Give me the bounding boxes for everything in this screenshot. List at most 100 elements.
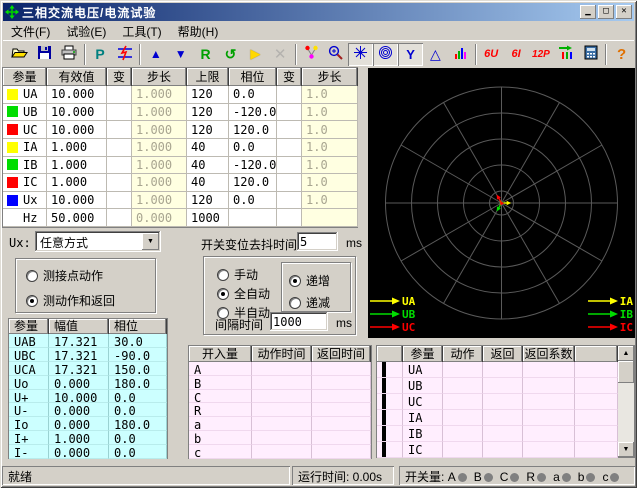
six-u-button[interactable]: 6U: [479, 43, 504, 66]
phase-cell[interactable]: 0.0: [229, 192, 277, 210]
step-cell[interactable]: 0.000: [132, 209, 187, 227]
limit-cell[interactable]: 120: [187, 104, 229, 122]
scroll-thumb[interactable]: [618, 361, 634, 383]
reset-button[interactable]: R: [193, 43, 218, 66]
limit-cell[interactable]: 120: [187, 192, 229, 210]
limit-cell[interactable]: 120: [187, 86, 229, 104]
step-up-button[interactable]: ▲: [143, 43, 168, 66]
phase-cell[interactable]: -120.0: [229, 104, 277, 122]
phase-step-cell[interactable]: 1.0: [302, 104, 358, 122]
step-cell[interactable]: 1.000: [132, 139, 187, 157]
radio-icon[interactable]: [217, 288, 229, 300]
step-cell[interactable]: 1.000: [132, 104, 187, 122]
menu-test[interactable]: 试验(E): [58, 21, 114, 42]
ux-mode-select[interactable]: 任意方式 ▼: [35, 231, 161, 252]
vary-cell[interactable]: [107, 86, 132, 104]
vary-cell[interactable]: [277, 139, 302, 157]
maximize-button[interactable]: □: [598, 5, 614, 19]
vary-cell[interactable]: [107, 157, 132, 175]
phase-cell[interactable]: [229, 209, 277, 227]
menu-tools[interactable]: 工具(T): [114, 21, 169, 42]
checkbox-icon[interactable]: [382, 426, 386, 442]
vary-cell[interactable]: [277, 174, 302, 192]
menu-file[interactable]: 文件(F): [3, 21, 58, 42]
checkbox-icon[interactable]: [382, 442, 386, 458]
checkbox-icon[interactable]: [382, 362, 386, 378]
polar-view-toggle[interactable]: [373, 43, 398, 66]
phase-step-cell[interactable]: 1.0: [302, 121, 358, 139]
twelve-p-button[interactable]: 12P: [529, 43, 554, 66]
wiring-button[interactable]: [299, 43, 324, 66]
rms-value-cell[interactable]: 1.000: [47, 174, 107, 192]
rms-value-cell[interactable]: 1.000: [47, 157, 107, 175]
wye-view-toggle[interactable]: Y: [398, 43, 423, 66]
vary-cell[interactable]: [107, 139, 132, 157]
vary-cell[interactable]: [107, 104, 132, 122]
zoom-button[interactable]: [324, 43, 349, 66]
run-mode-option[interactable]: 手动: [217, 266, 258, 283]
step-cell[interactable]: 1.000: [132, 86, 187, 104]
sequence-button[interactable]: [553, 43, 578, 66]
trigger-mode-option[interactable]: 测接点动作: [26, 267, 155, 284]
vary-cell[interactable]: [277, 86, 302, 104]
radio-icon[interactable]: [217, 269, 229, 281]
menu-help[interactable]: 帮助(H): [170, 21, 227, 42]
fault-button[interactable]: [113, 43, 138, 66]
phase-step-cell[interactable]: 1.0: [302, 139, 358, 157]
radio-icon[interactable]: [289, 297, 301, 309]
phase-cell[interactable]: -120.0: [229, 157, 277, 175]
chevron-down-icon[interactable]: ▼: [142, 233, 159, 250]
step-cell[interactable]: 1.000: [132, 192, 187, 210]
undo-button[interactable]: ↺: [218, 43, 243, 66]
minimize-button[interactable]: ▁: [580, 5, 596, 19]
phase-step-cell[interactable]: 1.0: [302, 157, 358, 175]
phase-step-cell[interactable]: 1.0: [302, 86, 358, 104]
checkbox-icon[interactable]: [382, 394, 386, 410]
phase-cell[interactable]: 0.0: [229, 86, 277, 104]
radio-icon[interactable]: [26, 295, 38, 307]
vary-cell[interactable]: [107, 121, 132, 139]
phase-cell[interactable]: 120.0: [229, 174, 277, 192]
close-button[interactable]: ✕: [616, 5, 632, 19]
vary-cell[interactable]: [277, 209, 302, 227]
open-file-button[interactable]: [7, 43, 32, 66]
scroll-down-icon[interactable]: ▼: [618, 442, 634, 457]
limit-cell[interactable]: 40: [187, 139, 229, 157]
calculator-button[interactable]: [578, 43, 603, 66]
limit-cell[interactable]: 120: [187, 121, 229, 139]
scroll-up-icon[interactable]: ▲: [618, 346, 634, 361]
save-button[interactable]: [32, 43, 57, 66]
rms-value-cell[interactable]: 50.000: [47, 209, 107, 227]
vary-cell[interactable]: [107, 192, 132, 210]
help-button[interactable]: ?: [609, 43, 634, 66]
vary-cell[interactable]: [107, 209, 132, 227]
rays-view-toggle[interactable]: [348, 43, 373, 66]
interval-input[interactable]: [270, 312, 328, 331]
rms-value-cell[interactable]: 10.000: [47, 121, 107, 139]
limit-cell[interactable]: 1000: [187, 209, 229, 227]
print-button[interactable]: [57, 43, 82, 66]
phase-cell[interactable]: 120.0: [229, 121, 277, 139]
app-icon[interactable]: [5, 5, 19, 19]
phase-step-cell[interactable]: 1.0: [302, 174, 358, 192]
start-button[interactable]: ▶: [243, 43, 268, 66]
vertical-scrollbar[interactable]: ▲ ▼: [618, 346, 634, 457]
vary-cell[interactable]: [277, 157, 302, 175]
delta-view-button[interactable]: △: [423, 43, 448, 66]
vary-cell[interactable]: [107, 174, 132, 192]
radio-icon[interactable]: [289, 275, 301, 287]
rms-value-cell[interactable]: 10.000: [47, 192, 107, 210]
radio-icon[interactable]: [26, 270, 38, 282]
phase-cell[interactable]: 0.0: [229, 139, 277, 157]
six-i-button[interactable]: 6I: [504, 43, 529, 66]
direction-option[interactable]: 递增: [289, 272, 330, 289]
rms-value-cell[interactable]: 10.000: [47, 86, 107, 104]
vary-cell[interactable]: [277, 121, 302, 139]
checkbox-icon[interactable]: [382, 410, 386, 426]
checkbox-icon[interactable]: [382, 378, 386, 394]
phase-step-cell[interactable]: [302, 209, 358, 227]
debounce-input[interactable]: [297, 232, 338, 251]
phase-step-cell[interactable]: 1.0: [302, 192, 358, 210]
limit-cell[interactable]: 40: [187, 157, 229, 175]
rms-value-cell[interactable]: 1.000: [47, 139, 107, 157]
